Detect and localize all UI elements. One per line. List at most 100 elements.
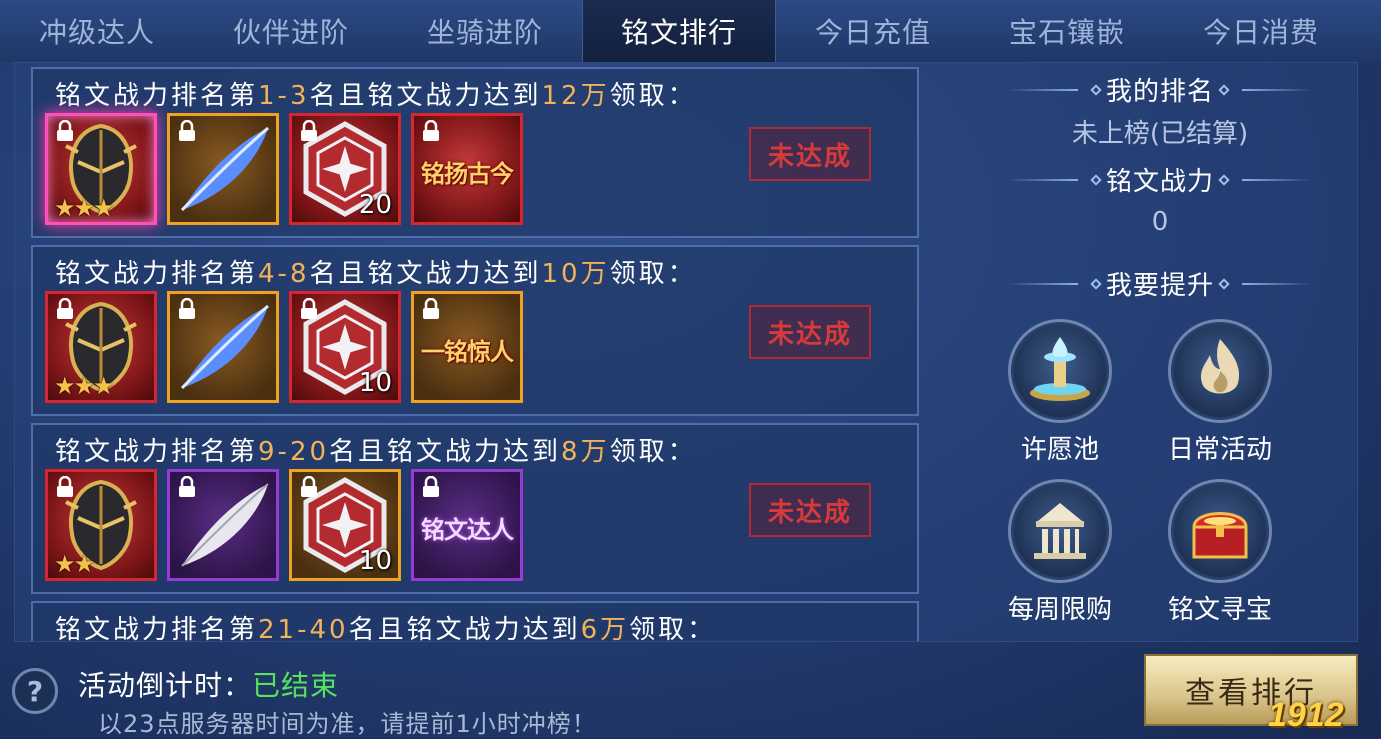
improve-label: 我要提升 xyxy=(1105,271,1214,301)
status-not-achieved: 未达成 xyxy=(749,127,871,181)
shortcut-inscription-treasure[interactable]: 铭文寻宝 xyxy=(1150,479,1290,626)
tab-daily-spending[interactable]: 今日消费 xyxy=(1164,0,1358,62)
lock-icon xyxy=(423,120,439,141)
countdown-label: 活动倒计时： xyxy=(78,669,253,702)
reward-item[interactable]: ★★ xyxy=(45,469,157,581)
shortcut-label: 每周限购 xyxy=(1007,595,1112,625)
reward-condition: 铭文战力排名第1-3名且铭文战力达到12万领取： xyxy=(55,75,697,112)
my-rank-header: 我的排名 xyxy=(975,71,1345,108)
main-panel: 铭文战力排名第1-3名且铭文战力达到12万领取： ★★★ 20 铭扬古今 未达成 铭文战力… xyxy=(14,62,1358,642)
star-rating: ★★★ xyxy=(54,194,115,222)
lock-icon xyxy=(57,476,73,497)
footer: ? 活动倒计时：已结束 以23点服务器时间为准，请提前1小时冲榜！ 查看排行 xyxy=(0,642,1381,738)
reward-row: 铭文战力排名第4-8名且铭文战力达到10万领取： ★★★ 10 一铭惊人 未达成 xyxy=(31,245,919,416)
condition-title-prefix: 铭文战力排名第 xyxy=(55,615,259,641)
flame-icon xyxy=(1168,319,1272,423)
condition-title-prefix: 铭文战力排名第 xyxy=(55,81,259,111)
reward-condition: 铭文战力排名第21-40名且铭文战力达到6万领取： xyxy=(55,609,716,641)
tab-level-up[interactable]: 冲级达人 xyxy=(0,0,194,62)
lock-icon xyxy=(301,476,317,497)
shortcut-label: 铭文寻宝 xyxy=(1167,595,1272,625)
help-icon[interactable]: ? xyxy=(12,668,58,714)
shortcut-daily-activity[interactable]: 日常活动 xyxy=(1150,319,1290,466)
my-rank-label: 我的排名 xyxy=(1105,77,1214,107)
reward-row: 铭文战力排名第9-20名且铭文战力达到8万领取： ★★ 10 铭文达人 未达成 xyxy=(31,423,919,594)
power-value: 0 xyxy=(1151,207,1169,237)
treasure-chest-icon xyxy=(1168,479,1272,583)
reward-items: ★★★ 10 一铭惊人 xyxy=(45,291,523,403)
item-count: 10 xyxy=(358,368,392,398)
condition-title-suffix: 领取： xyxy=(609,259,697,289)
condition-rank: 9-20 xyxy=(258,437,330,467)
reward-row: 铭文战力排名第1-3名且铭文战力达到12万领取： ★★★ 20 铭扬古今 未达成 xyxy=(31,67,919,238)
reward-item[interactable]: ★★★ xyxy=(45,113,157,225)
condition-title-suffix: 领取： xyxy=(629,615,717,641)
side-panel: 我的排名 未上榜(已结算) 铭文战力 0 我要提升 许愿池 日常活动 每周限购 … xyxy=(975,63,1345,643)
countdown: 活动倒计时：已结束 xyxy=(78,664,339,704)
lock-icon xyxy=(423,298,439,319)
status-not-achieved: 未达成 xyxy=(749,483,871,537)
condition-title-suffix: 领取： xyxy=(609,437,697,467)
title-badge-icon: 铭扬古今 xyxy=(421,160,514,188)
condition-title-mid: 名且铭文战力达到 xyxy=(329,437,562,467)
lock-icon xyxy=(179,298,195,319)
lock-icon xyxy=(301,120,317,141)
title-badge-icon: 一铭惊人 xyxy=(421,338,514,366)
reward-item[interactable]: 铭文达人 xyxy=(411,469,523,581)
reward-condition: 铭文战力排名第9-20名且铭文战力达到8万领取： xyxy=(55,431,697,468)
temple-icon xyxy=(1008,479,1112,583)
tab-daily-recharge[interactable]: 今日充值 xyxy=(776,0,970,62)
star-rating: ★★ xyxy=(54,550,95,578)
tab-partner-advance[interactable]: 伙伴进阶 xyxy=(194,0,388,62)
reward-item[interactable]: 20 xyxy=(289,113,401,225)
reward-condition: 铭文战力排名第4-8名且铭文战力达到10万领取： xyxy=(55,253,697,290)
reward-item[interactable] xyxy=(167,469,279,581)
lock-icon xyxy=(179,476,195,497)
reward-item[interactable]: 铭扬古今 xyxy=(411,113,523,225)
tab-bar: 冲级达人 伙伴进阶 坐骑进阶 铭文排行 今日充值 宝石镶嵌 今日消费 xyxy=(0,0,1381,62)
condition-title-prefix: 铭文战力排名第 xyxy=(55,259,259,289)
condition-title-prefix: 铭文战力排名第 xyxy=(55,437,259,467)
shortcut-label: 许愿池 xyxy=(1020,435,1099,465)
condition-power: 10万 xyxy=(541,259,610,289)
site-watermark: 1912 xyxy=(1268,696,1344,734)
tab-inscription-ranking[interactable]: 铭文排行 xyxy=(582,0,776,62)
power-label: 铭文战力 xyxy=(1105,167,1214,197)
my-rank-value: 未上榜(已结算) xyxy=(1071,119,1249,149)
star-rating: ★★★ xyxy=(54,372,115,400)
condition-rank: 21-40 xyxy=(258,615,349,641)
reward-item[interactable]: 10 xyxy=(289,291,401,403)
reward-items: ★★★ 20 铭扬古今 xyxy=(45,113,523,225)
reward-item[interactable]: 10 xyxy=(289,469,401,581)
shortcut-weekly-limited[interactable]: 每周限购 xyxy=(990,479,1130,626)
reward-items: ★★ 10 铭文达人 xyxy=(45,469,523,581)
condition-rank: 4-8 xyxy=(258,259,310,289)
condition-title-mid: 名且铭文战力达到 xyxy=(348,615,581,641)
reward-item[interactable]: ★★★ xyxy=(45,291,157,403)
lock-icon xyxy=(423,476,439,497)
condition-power: 6万 xyxy=(580,615,630,641)
lock-icon xyxy=(57,298,73,319)
condition-power: 8万 xyxy=(561,437,610,467)
power-header: 铭文战力 xyxy=(975,161,1345,198)
fountain-icon xyxy=(1008,319,1112,423)
reward-item[interactable]: 一铭惊人 xyxy=(411,291,523,403)
lock-icon xyxy=(57,120,73,141)
reward-item[interactable] xyxy=(167,113,279,225)
improve-header: 我要提升 xyxy=(975,265,1345,302)
condition-power: 12万 xyxy=(541,81,610,111)
lock-icon xyxy=(301,298,317,319)
item-count: 20 xyxy=(358,190,392,220)
condition-title-suffix: 领取： xyxy=(609,81,697,111)
tab-mount-advance[interactable]: 坐骑进阶 xyxy=(388,0,582,62)
item-count: 10 xyxy=(358,546,392,576)
reward-list[interactable]: 铭文战力排名第1-3名且铭文战力达到12万领取： ★★★ 20 铭扬古今 未达成 铭文战力… xyxy=(31,67,935,641)
condition-title-mid: 名且铭文战力达到 xyxy=(309,81,542,111)
tab-gem-inlay[interactable]: 宝石镶嵌 xyxy=(970,0,1164,62)
countdown-value: 已结束 xyxy=(252,669,340,702)
shortcut-wishing-pool[interactable]: 许愿池 xyxy=(990,319,1130,466)
reward-item[interactable] xyxy=(167,291,279,403)
reward-row: 铭文战力排名第21-40名且铭文战力达到6万领取： xyxy=(31,601,919,641)
condition-rank: 1-3 xyxy=(258,81,310,111)
condition-title-mid: 名且铭文战力达到 xyxy=(309,259,542,289)
